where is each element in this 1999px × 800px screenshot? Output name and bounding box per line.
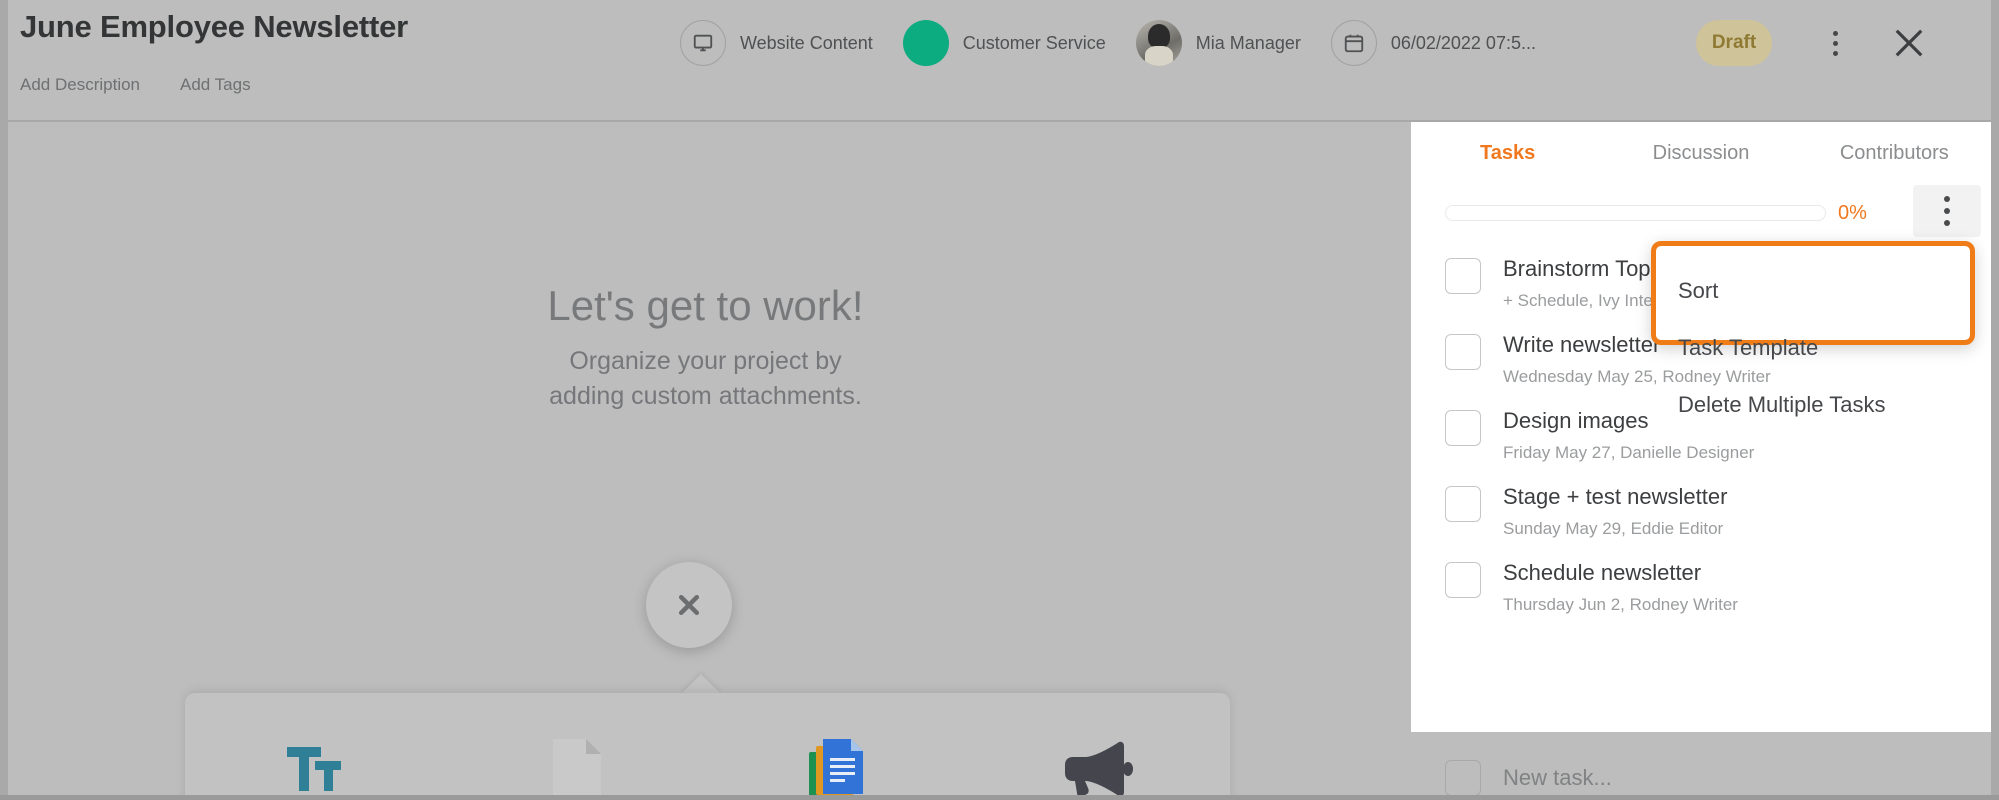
task-title: Schedule newsletter <box>1503 560 1702 585</box>
teal-circle-icon <box>902 20 949 66</box>
menu-item-delete-multiple-tasks[interactable]: Delete Multiple Tasks <box>1678 376 1970 433</box>
progress-percent: 0% <box>1838 201 1867 224</box>
close-attachment-panel-button[interactable] <box>646 562 732 648</box>
file-icon <box>550 733 604 800</box>
google-doc-icon <box>807 733 869 800</box>
window-edge-left <box>0 0 8 800</box>
table-row[interactable]: Schedule newsletter Thursday Jun 2, Rodn… <box>1411 546 1991 622</box>
header-meta-group: Website Content Customer Service Mia Man… <box>680 20 1566 66</box>
header-subactions: Add Description Add Tags <box>20 75 251 95</box>
page-title: June Employee Newsletter <box>20 9 409 44</box>
more-vertical-icon[interactable] <box>1815 22 1855 64</box>
meta-customer-service[interactable]: Customer Service <box>902 20 1106 66</box>
attachment-panel: Text Editor Files <box>185 693 1230 800</box>
monitor-icon <box>680 20 726 66</box>
progress-bar <box>1445 205 1826 221</box>
calendar-icon <box>1330 20 1377 66</box>
text-editor-icon <box>285 733 347 800</box>
task-checkbox[interactable] <box>1445 410 1481 446</box>
tab-tasks[interactable]: Tasks <box>1411 142 1604 165</box>
new-task-checkbox[interactable] <box>1445 760 1481 796</box>
task-checkbox[interactable] <box>1445 486 1481 522</box>
menu-item-task-template[interactable]: Task Template <box>1678 319 1970 376</box>
attachment-social-campaign[interactable]: Social Campaign <box>969 733 1230 800</box>
task-meta: Thursday Jun 2, Rodney Writer <box>1503 595 1738 614</box>
meta-label: Website Content <box>740 32 873 53</box>
progress-row: 0% <box>1411 184 1991 242</box>
attachment-options: Text Editor Files <box>185 733 1230 800</box>
meta-label: Customer Service <box>962 32 1106 53</box>
task-options-menu: Sort Task Template Delete Multiple Tasks <box>1651 241 1975 415</box>
project-canvas: Let's get to work! Organize your project… <box>0 122 1411 800</box>
menu-item-sort[interactable]: Sort <box>1678 262 1970 319</box>
window-edge-right <box>1991 0 1999 800</box>
new-task-input[interactable]: New task... <box>1503 765 1612 791</box>
add-tags-link[interactable]: Add Tags <box>180 75 251 95</box>
task-checkbox[interactable] <box>1445 334 1481 370</box>
status-badge[interactable]: Draft <box>1696 20 1772 66</box>
empty-state-subtitle-line2: adding custom attachments. <box>549 381 862 410</box>
attachment-files[interactable]: Files <box>446 733 707 800</box>
task-meta: Friday May 27, Danielle Designer <box>1503 443 1755 462</box>
meta-website-content[interactable]: Website Content <box>680 20 873 66</box>
meta-label: Mia Manager <box>1195 32 1301 53</box>
table-row[interactable]: Stage + test newsletter Sunday May 29, E… <box>1411 470 1991 546</box>
add-description-link[interactable]: Add Description <box>20 75 140 95</box>
empty-state-subtitle-line1: Organize your project by <box>569 347 842 375</box>
close-icon[interactable] <box>1888 22 1930 64</box>
empty-state-title: Let's get to work! <box>547 282 864 329</box>
meta-due-date[interactable]: 06/02/2022 07:5... <box>1330 20 1536 66</box>
project-header: June Employee Newsletter Add Description… <box>0 0 1999 122</box>
task-meta: Sunday May 29, Eddie Editor <box>1503 519 1724 538</box>
app-window: June Employee Newsletter Add Description… <box>0 0 1999 800</box>
attachment-text-editor[interactable]: Text Editor <box>185 733 446 800</box>
sidebar-tabs: Tasks Discussion Contributors <box>1411 122 1991 184</box>
task-text: Schedule newsletter Thursday Jun 2, Rodn… <box>1503 560 1738 615</box>
tab-discussion[interactable]: Discussion <box>1604 142 1797 165</box>
meta-assignee[interactable]: Mia Manager <box>1135 20 1301 66</box>
tab-contributors[interactable]: Contributors <box>1798 142 1991 165</box>
new-task-row[interactable]: New task... <box>1411 756 1991 800</box>
task-list-more-icon[interactable] <box>1913 185 1981 237</box>
attachment-panel-arrow <box>681 674 721 694</box>
meta-label: 06/02/2022 07:5... <box>1390 32 1536 53</box>
empty-state-subtitle: Organize your project by adding custom a… <box>0 344 1411 413</box>
task-checkbox[interactable] <box>1445 258 1481 294</box>
attachment-google-doc[interactable]: Google Doc <box>708 733 969 800</box>
task-checkbox[interactable] <box>1445 562 1481 598</box>
task-title: Stage + test newsletter <box>1503 484 1728 509</box>
task-text: Stage + test newsletter Sunday May 29, E… <box>1503 484 1727 539</box>
megaphone-icon <box>1063 733 1135 800</box>
window-edge-bottom <box>0 795 1999 800</box>
avatar-icon <box>1135 20 1182 66</box>
